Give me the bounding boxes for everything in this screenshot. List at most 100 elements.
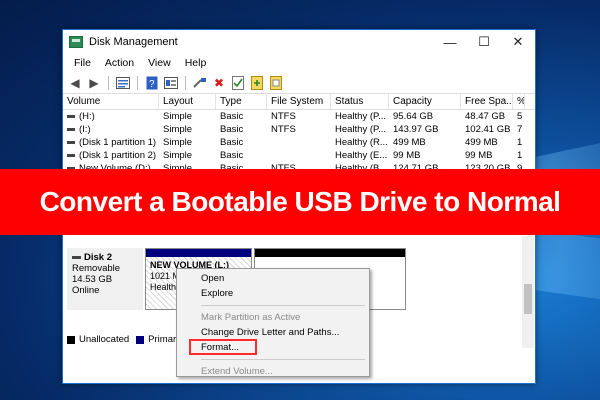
cell-type: Basic — [220, 150, 244, 161]
volume-icon — [67, 114, 75, 118]
menu-item-open[interactable]: Open — [177, 271, 369, 286]
disk-name: Disk 2 — [84, 252, 112, 263]
vertical-scrollbar[interactable] — [522, 236, 534, 348]
menu-help[interactable]: Help — [178, 57, 214, 69]
column-header-capacity[interactable]: Capacity — [389, 94, 461, 109]
cell-file-system: NTFS — [271, 124, 296, 135]
cell-percent: 5 — [517, 111, 523, 122]
properties-icon[interactable] — [163, 75, 179, 91]
banner-title: Convert a Bootable USB Drive to Normal — [39, 186, 561, 217]
disk-type: Removable — [72, 263, 121, 274]
legend-unallocated: Unallocated — [79, 334, 130, 345]
toolbar: ◀ ▶ ? ✖ — [63, 72, 535, 94]
menu-view[interactable]: View — [141, 57, 178, 69]
primary-swatch — [136, 335, 145, 344]
svg-text:?: ? — [149, 79, 155, 90]
back-arrow-icon[interactable]: ◀ — [67, 75, 83, 91]
window-title: Disk Management — [89, 36, 178, 48]
cell-type: Basic — [220, 137, 244, 148]
menu-action[interactable]: Action — [98, 57, 141, 69]
help-icon[interactable]: ? — [144, 75, 160, 91]
table-row[interactable]: (Disk 1 partition 2) Simple Basic Health… — [63, 149, 535, 162]
cell-percent: 1 — [517, 137, 523, 148]
cell-capacity: 143.97 GB — [393, 124, 439, 135]
context-menu: Open Explore Mark Partition as Active Ch… — [176, 268, 370, 377]
menu-separator — [201, 305, 365, 306]
disk-management-icon — [69, 36, 83, 48]
column-header-free-space[interactable]: Free Spa... — [461, 94, 513, 109]
column-header-status[interactable]: Status — [331, 94, 389, 109]
cell-percent: 7 — [517, 124, 523, 135]
column-header-volume[interactable]: Volume — [63, 94, 159, 109]
cell-free-space: 99 MB — [465, 150, 493, 161]
maximize-button[interactable]: ☐ — [467, 30, 501, 54]
toolbar-separator — [185, 75, 186, 90]
cell-type: Basic — [220, 124, 244, 135]
minimize-button[interactable]: — — [433, 30, 467, 54]
cell-type: Basic — [220, 111, 244, 122]
menu-bar: File Action View Help — [63, 54, 535, 72]
table-row[interactable]: (I:) Simple Basic NTFS Healthy (P... 143… — [63, 123, 535, 136]
close-button[interactable]: ✕ — [501, 30, 535, 54]
delete-icon[interactable]: ✖ — [211, 75, 227, 91]
disk-icon — [72, 255, 81, 259]
legend: Unallocated Primary — [67, 334, 181, 345]
cell-status: Healthy (R... — [335, 137, 388, 148]
cell-status: Healthy (P... — [335, 111, 387, 122]
menu-separator — [201, 359, 365, 360]
unallocated-bar — [255, 249, 405, 257]
column-header-layout[interactable]: Layout — [159, 94, 216, 109]
volume-icon — [67, 127, 75, 131]
disk-list-icon[interactable] — [115, 75, 131, 91]
title-bar[interactable]: Disk Management — ☐ ✕ — [63, 30, 535, 54]
cell-free-space: 48.47 GB — [465, 111, 506, 122]
cell-status: Healthy (P... — [335, 124, 387, 135]
cell-percent: 1 — [517, 150, 523, 161]
cell-volume: (Disk 1 partition 1) — [79, 137, 157, 148]
cell-volume: (H:) — [79, 111, 95, 122]
primary-partition-bar — [146, 249, 251, 257]
cell-volume: (Disk 1 partition 2) — [79, 150, 157, 161]
column-header-percent[interactable]: % — [513, 94, 525, 109]
menu-item-mark-active[interactable]: Mark Partition as Active — [177, 310, 369, 325]
cell-free-space: 102.41 GB — [465, 124, 511, 135]
table-row[interactable]: (H:) Simple Basic NTFS Healthy (P... 95.… — [63, 110, 535, 123]
scrollbar-thumb[interactable] — [524, 284, 532, 314]
cell-capacity: 95.64 GB — [393, 111, 434, 122]
cell-file-system: NTFS — [271, 111, 296, 122]
table-row[interactable]: (Disk 1 partition 1) Simple Basic Health… — [63, 136, 535, 149]
menu-item-change-drive-letter[interactable]: Change Drive Letter and Paths... — [177, 325, 369, 340]
menu-item-explore[interactable]: Explore — [177, 286, 369, 301]
cell-layout: Simple — [163, 124, 193, 135]
cell-layout: Simple — [163, 137, 193, 148]
cell-layout: Simple — [163, 111, 193, 122]
cell-capacity: 499 MB — [393, 137, 426, 148]
menu-item-extend-volume[interactable]: Extend Volume... — [177, 364, 369, 379]
menu-file[interactable]: File — [67, 57, 98, 69]
disk-size: 14.53 GB — [72, 274, 113, 285]
cell-status: Healthy (E... — [335, 150, 388, 161]
format-highlight-box — [189, 339, 257, 355]
cell-free-space: 499 MB — [465, 137, 498, 148]
cell-capacity: 99 MB — [393, 150, 421, 161]
column-header-file-system[interactable]: File System — [267, 94, 331, 109]
title-banner: Convert a Bootable USB Drive to Normal — [0, 169, 600, 235]
cell-volume: (I:) — [79, 124, 91, 135]
refresh-icon[interactable] — [268, 75, 284, 91]
toolbar-separator — [108, 75, 109, 90]
add-icon[interactable] — [249, 75, 265, 91]
check-icon[interactable] — [230, 75, 246, 91]
unallocated-swatch — [67, 335, 75, 344]
cell-file-system — [267, 149, 331, 162]
connect-icon[interactable] — [192, 75, 208, 91]
volume-icon — [67, 153, 75, 157]
column-header-type[interactable]: Type — [216, 94, 267, 109]
disk-2-label[interactable]: Disk 2 Removable 14.53 GB Online — [67, 248, 143, 310]
volume-icon — [67, 140, 75, 144]
cell-layout: Simple — [163, 150, 193, 161]
forward-arrow-icon[interactable]: ▶ — [86, 75, 102, 91]
volume-list-header: Volume Layout Type File System Status Ca… — [63, 94, 535, 110]
disk-status: Online — [72, 285, 100, 296]
cell-file-system — [267, 136, 331, 149]
toolbar-separator — [137, 75, 138, 90]
